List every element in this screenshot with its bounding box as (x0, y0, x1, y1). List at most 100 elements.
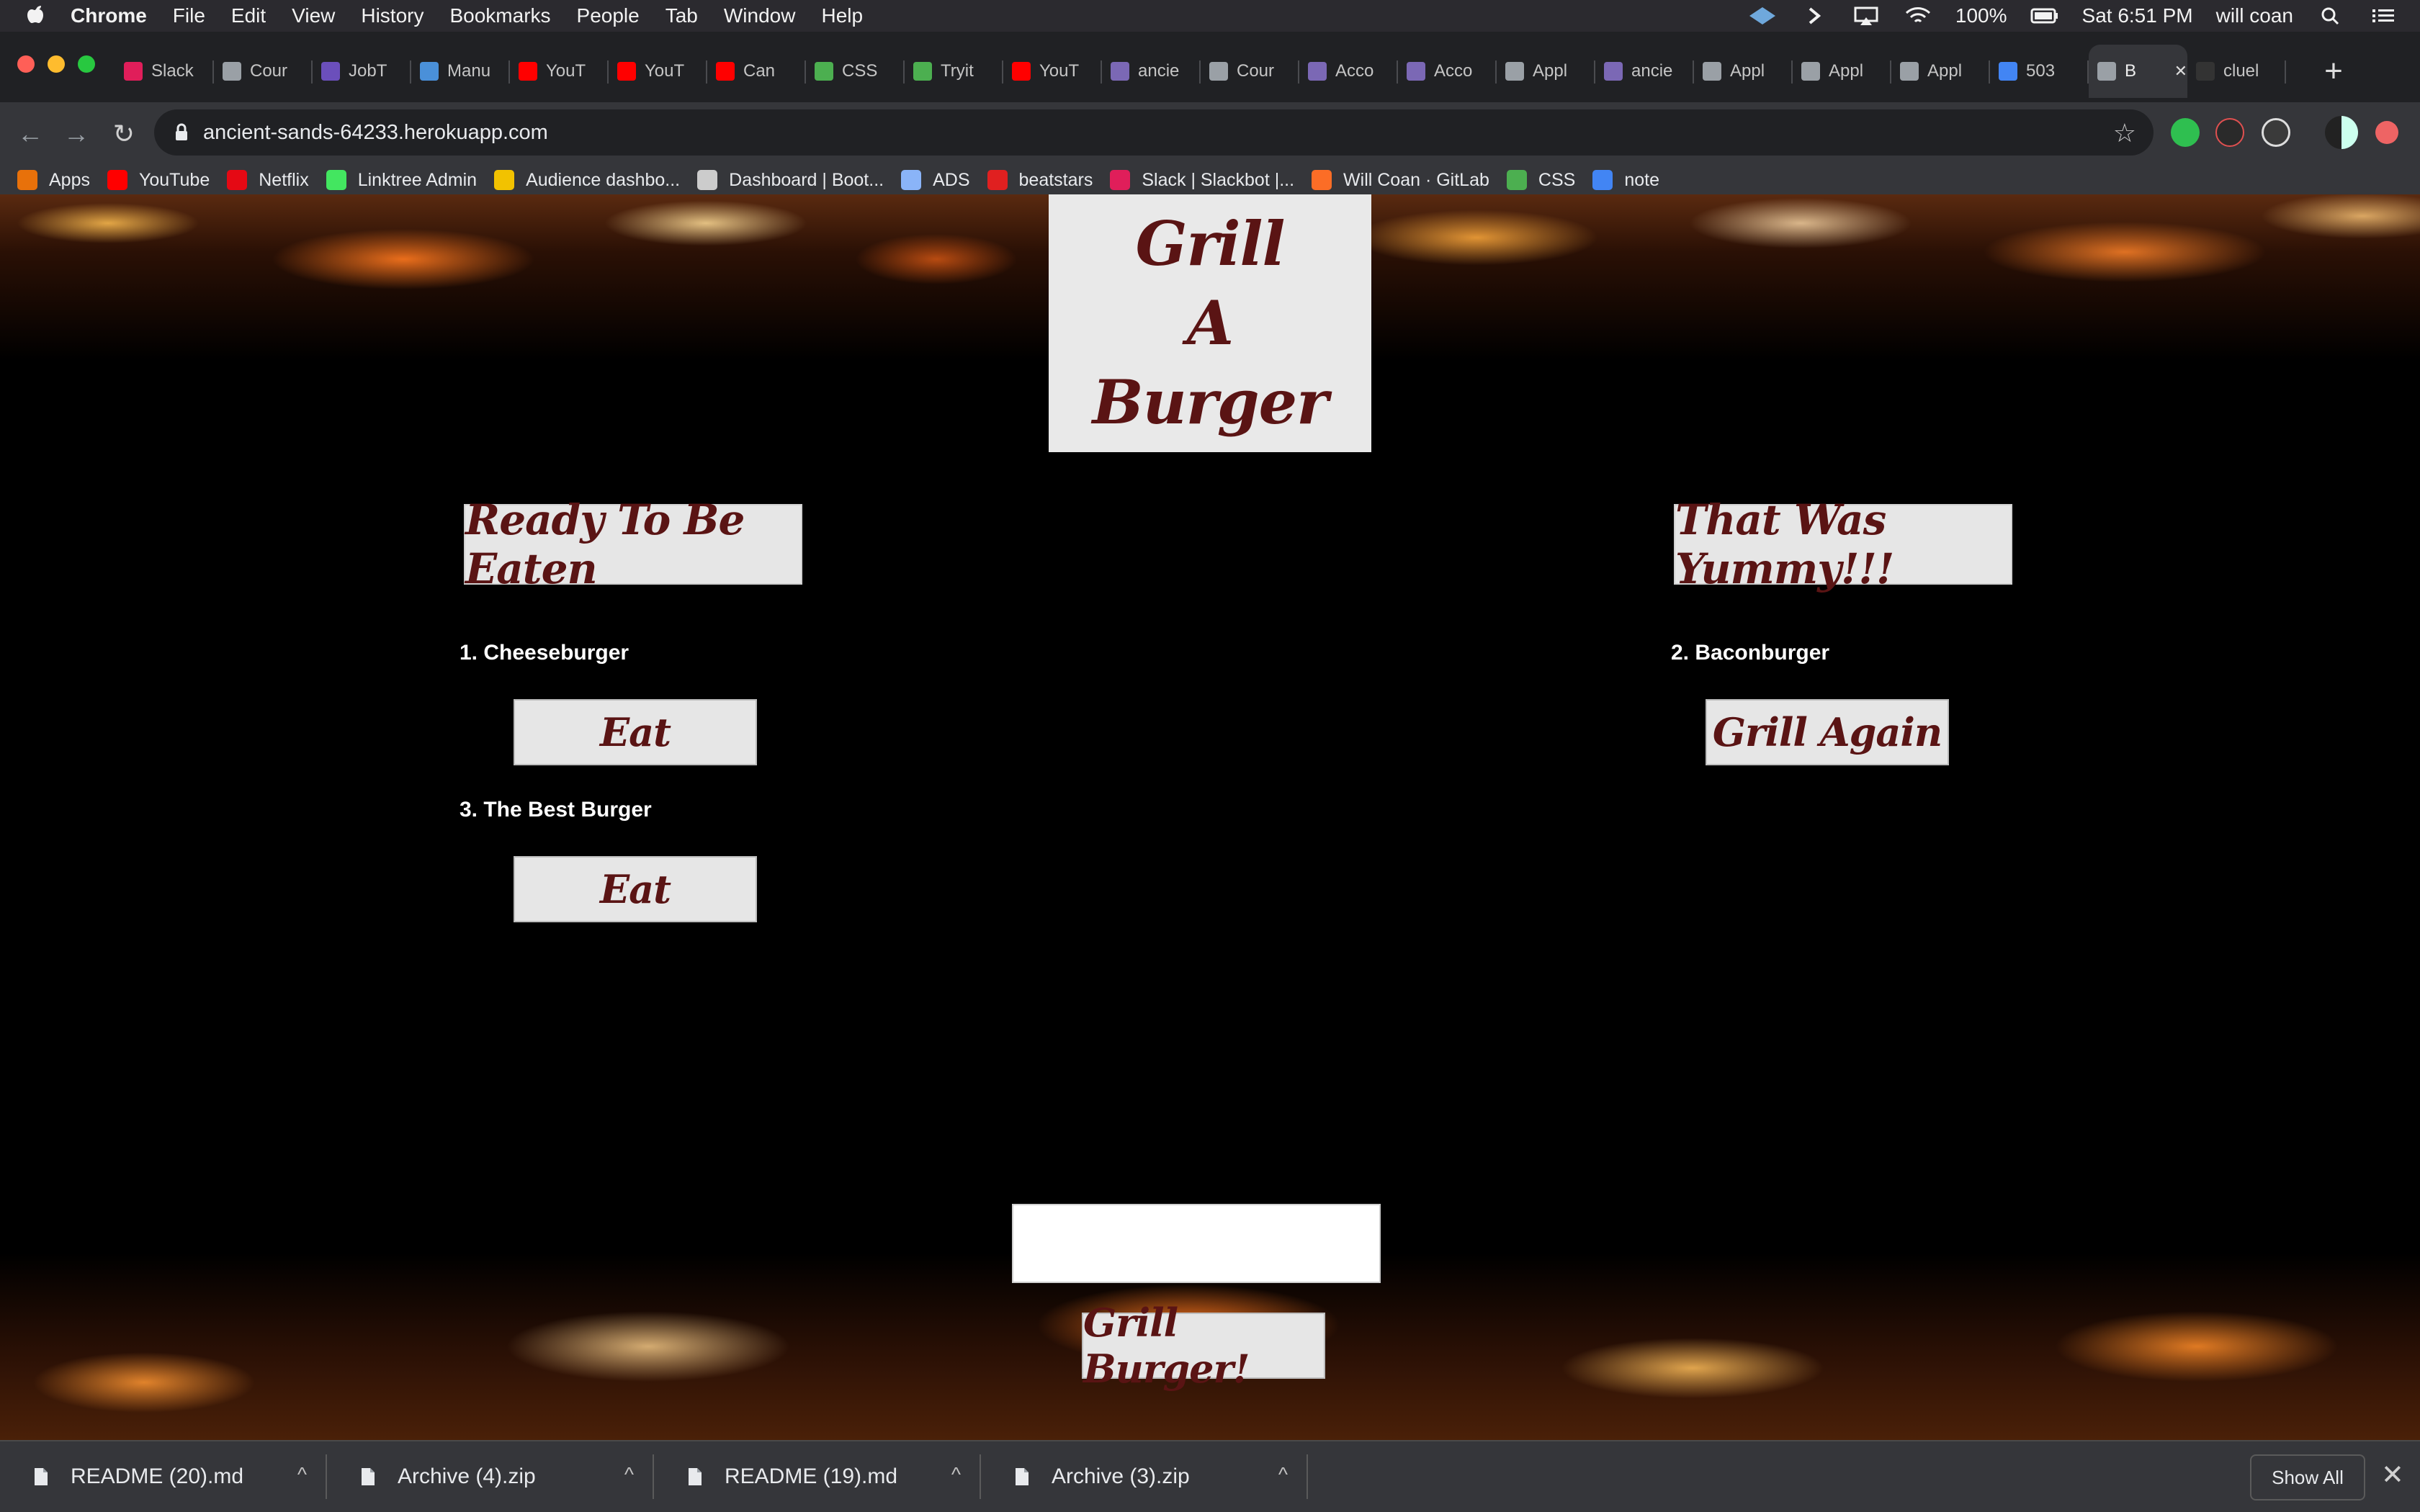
chevron-up-icon[interactable]: ^ (297, 1463, 307, 1486)
grill-again-button[interactable]: Grill Again (1706, 699, 1949, 765)
user-name[interactable]: will coan (2216, 4, 2293, 27)
browser-tab[interactable]: JobT (313, 45, 411, 98)
browser-tab[interactable]: cluel (2187, 45, 2286, 98)
profile-avatar[interactable] (2325, 116, 2358, 149)
bookmark-item[interactable]: Audience dashbo... (494, 170, 680, 191)
browser-tab[interactable]: Cour (214, 45, 313, 98)
google-icon (1999, 62, 2017, 81)
browser-tab[interactable]: Acco (1299, 45, 1398, 98)
notification-center-icon[interactable] (2368, 6, 2397, 26)
menu-view[interactable]: View (292, 4, 335, 27)
menu-people[interactable]: People (577, 4, 640, 27)
bookmark-item[interactable]: YouTube (107, 170, 210, 191)
download-item[interactable]: README (20).md ^ (0, 1441, 327, 1512)
browser-tab[interactable]: Appl (1497, 45, 1595, 98)
back-button[interactable]: ← (12, 115, 49, 153)
spotlight-search-icon[interactable] (2316, 6, 2345, 26)
browser-tab[interactable]: B ✕ (2089, 45, 2187, 98)
globe-icon (1703, 62, 1721, 81)
linktree-icon (326, 170, 346, 190)
download-item[interactable]: Archive (4).zip ^ (327, 1441, 654, 1512)
bookmark-item[interactable]: ADS (901, 170, 970, 191)
new-tab-button[interactable]: + (2312, 45, 2355, 98)
bookmark-item[interactable]: beatstars (987, 170, 1093, 191)
bookmark-item[interactable]: Apps (17, 170, 90, 191)
bookmark-item[interactable]: note (1592, 170, 1659, 191)
bookmark-item[interactable]: Dashboard | Boot... (697, 170, 884, 191)
reload-button[interactable]: ↻ (105, 115, 143, 153)
browser-tab[interactable]: Appl (1694, 45, 1793, 98)
download-filename: Archive (3).zip (1052, 1464, 1190, 1488)
ready-item-label: 1. Cheeseburger (460, 641, 629, 665)
chevron-up-icon[interactable]: ^ (951, 1463, 961, 1486)
app-menu-chrome[interactable]: Chrome (71, 4, 147, 27)
browser-tab[interactable]: YouT (1003, 45, 1102, 98)
globe-icon (1209, 62, 1228, 81)
menu-history[interactable]: History (361, 4, 424, 27)
close-shelf-icon[interactable]: ✕ (2381, 1459, 2404, 1491)
browser-tab[interactable]: Acco (1398, 45, 1497, 98)
eat-button[interactable]: Eat (514, 699, 757, 765)
address-bar[interactable]: ancient-sands-64233.herokuapp.com ☆ (154, 109, 2154, 156)
heroku-icon (1407, 62, 1425, 81)
browser-tab[interactable]: Slack (115, 45, 214, 98)
close-tab-icon[interactable]: ✕ (2174, 62, 2187, 81)
apple-menu-icon[interactable] (27, 2, 46, 30)
battery-icon[interactable] (2030, 6, 2059, 26)
tab-title: YouT (546, 61, 586, 81)
browser-tab[interactable]: Cour (1201, 45, 1299, 98)
youtube-icon (107, 170, 127, 190)
menu-help[interactable]: Help (821, 4, 863, 27)
browser-tab[interactable]: Manu (411, 45, 510, 98)
browser-tab[interactable]: YouT (510, 45, 609, 98)
menu-bookmarks[interactable]: Bookmarks (449, 4, 550, 27)
menu-tab[interactable]: Tab (666, 4, 698, 27)
download-item[interactable]: README (19).md ^ (654, 1441, 981, 1512)
forward-button[interactable]: → (58, 115, 95, 153)
browser-tab[interactable]: ancie (1595, 45, 1694, 98)
browser-tab[interactable]: 503 (1990, 45, 2089, 98)
bookmark-item[interactable]: Will Coan · GitLab (1312, 170, 1489, 191)
download-item[interactable]: Archive (3).zip ^ (981, 1441, 1308, 1512)
extension-thumb-icon[interactable] (2171, 118, 2200, 147)
bookmark-item[interactable]: Netflix (227, 170, 309, 191)
browser-tab[interactable]: YouT (609, 45, 707, 98)
ready-heading-text: Ready To Be Eaten (465, 495, 745, 593)
menu-file[interactable]: File (173, 4, 205, 27)
battery-percent: 100% (1955, 4, 2007, 27)
extension-record-icon[interactable] (2215, 118, 2244, 147)
window-minimize-button[interactable] (48, 55, 65, 73)
airplay-icon[interactable] (1852, 6, 1881, 26)
show-all-downloads-button[interactable]: Show All (2250, 1454, 2365, 1500)
window-zoom-button[interactable] (78, 55, 95, 73)
browser-tab[interactable]: Tryit (905, 45, 1003, 98)
menu-window[interactable]: Window (724, 4, 796, 27)
browser-tab[interactable]: Appl (1891, 45, 1990, 98)
vpn-icon[interactable] (1748, 6, 1777, 26)
chevron-up-icon[interactable]: ^ (1278, 1463, 1288, 1486)
browser-tab[interactable]: Can (707, 45, 806, 98)
bookmark-item[interactable]: CSS (1506, 170, 1575, 191)
chevron-up-icon[interactable]: ^ (624, 1463, 634, 1486)
globe-icon (1505, 62, 1524, 81)
extension-menu-icon[interactable] (2375, 121, 2398, 144)
eat-button[interactable]: Eat (514, 856, 757, 922)
download-shelf: README (20).md ^ Archive (4).zip ^ README (1… (0, 1440, 2420, 1512)
bookmark-item[interactable]: Slack | Slackbot |... (1110, 170, 1294, 191)
bookmark-item[interactable]: Linktree Admin (326, 170, 477, 191)
clock[interactable]: Sat 6:51 PM (2082, 4, 2193, 27)
lock-icon[interactable] (174, 123, 189, 142)
browser-tab[interactable]: CSS (806, 45, 905, 98)
burger-name-input[interactable] (1012, 1204, 1381, 1283)
dropbox-icon[interactable] (1800, 6, 1829, 26)
menu-edit[interactable]: Edit (231, 4, 266, 27)
extension-circle-icon[interactable] (2262, 118, 2290, 147)
browser-tab[interactable]: Appl (1793, 45, 1891, 98)
bookmark-star-icon[interactable]: ☆ (2113, 118, 2136, 148)
window-close-button[interactable] (17, 55, 35, 73)
url-text[interactable]: ancient-sands-64233.herokuapp.com (203, 121, 548, 145)
browser-tab[interactable]: ancie (1102, 45, 1201, 98)
grill-again-label: Grill Again (1712, 709, 1942, 755)
wifi-icon[interactable] (1904, 6, 1932, 26)
grill-burger-button[interactable]: Grill Burger! (1082, 1300, 1325, 1392)
